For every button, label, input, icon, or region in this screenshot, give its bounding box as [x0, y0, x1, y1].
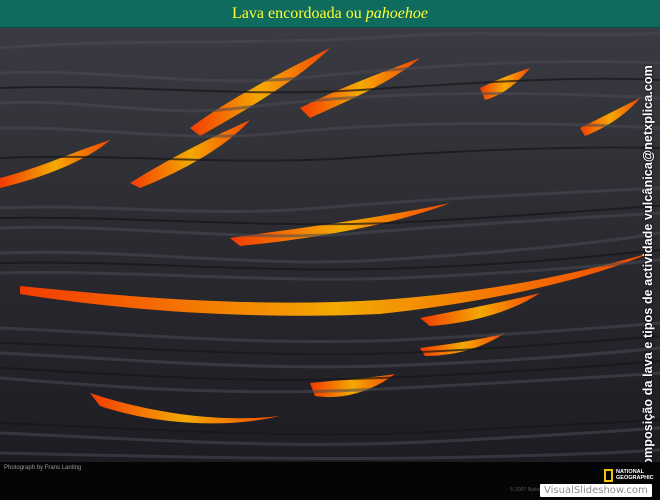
yellow-frame-icon	[604, 468, 613, 482]
photo-credit: Photograph by Frans Lanting	[4, 465, 82, 471]
lava-photo-illustration	[0, 28, 660, 462]
ng-logo-line2: GEOGRAPHIC	[616, 475, 654, 481]
slide-title-text: Lava encordoada ou	[232, 4, 362, 22]
national-geographic-logo: NATIONAL GEOGRAPHIC	[604, 466, 658, 484]
side-caption-text: Composição da lava e tipos de actividade…	[641, 65, 656, 475]
slide-title-italic: pahoehoe	[365, 4, 428, 22]
slide-title: Lava encordoada ou pahoehoe	[0, 0, 660, 28]
side-caption: Composição da lava e tipos de actividade…	[638, 65, 658, 475]
lava-photo	[0, 28, 660, 462]
watermark-link[interactable]: VisualSlideshow.com	[540, 484, 652, 497]
